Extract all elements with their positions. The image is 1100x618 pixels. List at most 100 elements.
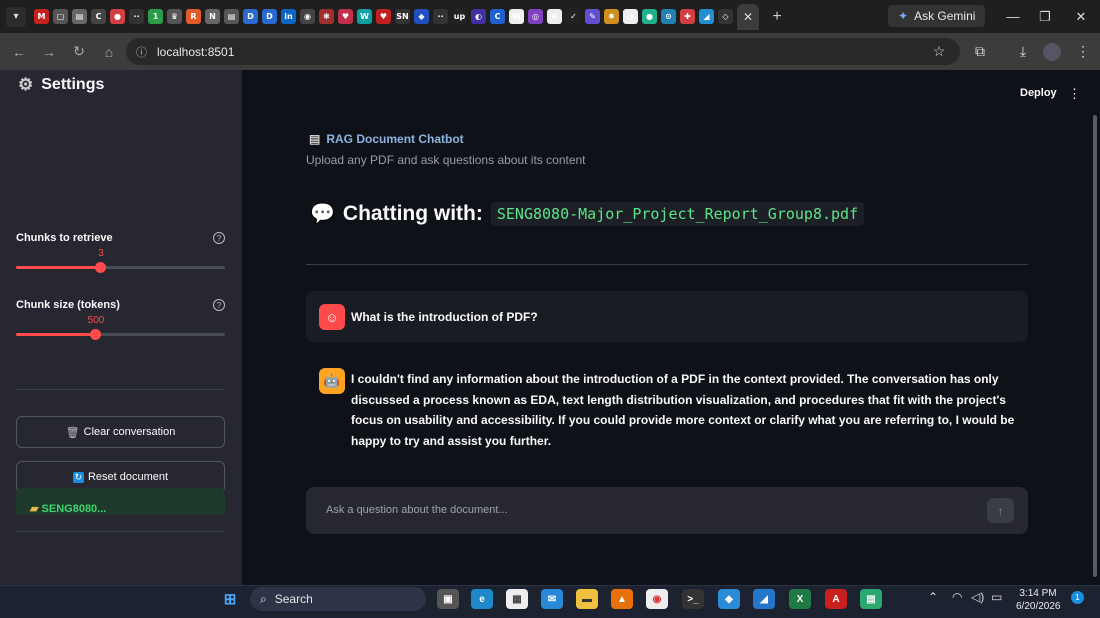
app-subtitle: Upload any PDF and ask questions about i…	[306, 153, 586, 167]
send-arrow-icon[interactable]: ↑	[987, 498, 1014, 523]
tab-20-icon[interactable]: SN	[395, 9, 410, 24]
taskbar-search[interactable]: ⌕ Search	[250, 587, 426, 611]
address-toolbar: ← → ↻ ⌂ ⓘ localhost:8501 ☆ ⧉ ⤓ ⋮	[0, 33, 1100, 70]
close-window-icon[interactable]: ✕	[1064, 0, 1098, 33]
search-icon: ⌕	[260, 591, 267, 606]
document-card-label: SENG8080...	[41, 503, 107, 515]
tab-30-icon[interactable]: ✎	[585, 9, 600, 24]
chunks-slider-fill	[16, 266, 100, 269]
app-menu-icon[interactable]: ⋮	[1068, 86, 1081, 102]
gemini-sparkle-icon: ✦	[898, 9, 909, 23]
tab-2-icon[interactable]: ▢	[53, 9, 68, 24]
new-tab-icon[interactable]: +	[767, 8, 787, 26]
store-icon[interactable]: ▦	[506, 589, 528, 609]
terminal-icon[interactable]: >_	[682, 589, 704, 609]
tab-4-icon[interactable]: C	[91, 9, 106, 24]
tab-36-icon[interactable]: ◢	[699, 9, 714, 24]
sidebar-divider	[16, 389, 225, 390]
tab-33-icon[interactable]: ●	[642, 9, 657, 24]
tab-37-icon[interactable]: ◇	[718, 9, 733, 24]
help-icon[interactable]: ?	[213, 299, 225, 311]
tray-chevron-icon[interactable]: ⌃	[928, 590, 938, 604]
tab-28-icon[interactable]: ⊕	[547, 9, 562, 24]
tab-24-icon[interactable]: ◐	[471, 9, 486, 24]
mail-icon[interactable]: ✉	[541, 589, 563, 609]
tab-search-icon[interactable]: ▾	[6, 6, 26, 27]
back-icon[interactable]: ←	[4, 44, 34, 60]
clear-conversation-label: Clear conversation	[83, 426, 176, 438]
tab-13-icon[interactable]: D	[262, 9, 277, 24]
tab-27-icon[interactable]: ◎	[528, 9, 543, 24]
volume-icon[interactable]: ◁)	[971, 590, 984, 604]
tab-31-icon[interactable]: ✹	[604, 9, 619, 24]
forward-icon[interactable]: →	[34, 44, 64, 60]
tab-7-icon[interactable]: 1	[148, 9, 163, 24]
tab-12-icon[interactable]: D	[243, 9, 258, 24]
tab-23-icon[interactable]: up	[452, 9, 467, 24]
tab-25-icon[interactable]: C	[490, 9, 505, 24]
file-explorer-icon[interactable]: ▬	[576, 589, 598, 609]
windows-start-icon[interactable]: ⊞	[219, 589, 241, 609]
taskbar-clock[interactable]: 3:14 PM 6/20/2026	[1016, 587, 1061, 613]
acrobat-icon[interactable]: A	[825, 589, 847, 609]
minimize-icon[interactable]: —	[996, 0, 1030, 33]
help-icon[interactable]: ?	[213, 232, 225, 244]
tab-34-icon[interactable]: ⊙	[661, 9, 676, 24]
tab-26-icon[interactable]: W	[509, 9, 524, 24]
profile-avatar[interactable]	[1037, 33, 1067, 70]
deploy-button[interactable]: Deploy	[1020, 87, 1057, 99]
extensions-icon[interactable]: ⧉	[965, 33, 995, 70]
site-info-icon[interactable]: ⓘ	[136, 44, 147, 60]
tab-6-icon[interactable]: ··	[129, 9, 144, 24]
tab-21-icon[interactable]: ◆	[414, 9, 429, 24]
browser-menu-icon[interactable]: ⋮	[1068, 33, 1098, 70]
heading-divider	[306, 264, 1028, 265]
tab-17-icon[interactable]: ♥	[338, 9, 353, 24]
tab-8-icon[interactable]: ♛	[167, 9, 182, 24]
wifi-icon[interactable]: ◠	[952, 590, 962, 604]
tab-10-icon[interactable]: N	[205, 9, 220, 24]
address-bar[interactable]: ⓘ localhost:8501	[126, 38, 960, 65]
main-scrollbar[interactable]	[1093, 115, 1097, 577]
ask-gemini-button[interactable]: ✦ Ask Gemini	[888, 5, 986, 27]
refresh-icon: ↻	[72, 471, 84, 483]
clock-time: 3:14 PM	[1019, 588, 1057, 599]
clear-conversation-button[interactable]: 🗑 Clear conversation	[16, 416, 225, 448]
tab-35-icon[interactable]: ✚	[680, 9, 695, 24]
task-view-icon[interactable]: ▣	[437, 589, 459, 609]
gmail-icon[interactable]: M	[34, 9, 49, 24]
chunk-size-slider[interactable]	[16, 329, 225, 340]
tab-16-icon[interactable]: ✱	[319, 9, 334, 24]
download-icon[interactable]: ⤓	[1008, 33, 1038, 70]
tab-22-icon[interactable]: ··	[433, 9, 448, 24]
excel-icon[interactable]: X	[789, 589, 811, 609]
tab-14-icon[interactable]: in	[281, 9, 296, 24]
vscode-icon[interactable]: ◢	[753, 589, 775, 609]
chunks-slider[interactable]	[16, 262, 225, 273]
active-tab-close-icon[interactable]: ✕	[737, 3, 759, 30]
app-title: ▤ RAG Document Chatbot	[309, 132, 464, 146]
tab-9-icon[interactable]: R	[186, 9, 201, 24]
green-app-icon[interactable]: ▤	[860, 589, 882, 609]
chat-input-placeholder: Ask a question about the document...	[326, 504, 508, 516]
tab-19-icon[interactable]: ♥	[376, 9, 391, 24]
bookmark-star-icon[interactable]: ☆	[924, 33, 954, 70]
tab-15-icon[interactable]: ◉	[300, 9, 315, 24]
battery-icon[interactable]: ▭	[991, 590, 1002, 604]
restore-icon[interactable]: ❐	[1028, 0, 1062, 33]
tab-11-icon[interactable]: ▤	[224, 9, 239, 24]
notification-badge[interactable]: 1	[1071, 591, 1084, 604]
chrome-icon[interactable]: ◉	[646, 589, 668, 609]
tab-5-icon[interactable]: ●	[110, 9, 125, 24]
chunks-slider-thumb[interactable]	[94, 262, 106, 273]
tab-32-icon[interactable]: ◑	[623, 9, 638, 24]
home-icon[interactable]: ⌂	[94, 44, 124, 60]
vlc-icon[interactable]: ▲	[611, 589, 633, 609]
url-text: localhost:8501	[157, 44, 235, 59]
tab-18-icon[interactable]: W	[357, 9, 372, 24]
tab-3-icon[interactable]: ▤	[72, 9, 87, 24]
docker-icon[interactable]: ◆	[718, 589, 740, 609]
reload-icon[interactable]: ↻	[64, 43, 94, 60]
tab-29-icon[interactable]: ✓	[566, 9, 581, 24]
edge-icon[interactable]: e	[471, 589, 493, 609]
